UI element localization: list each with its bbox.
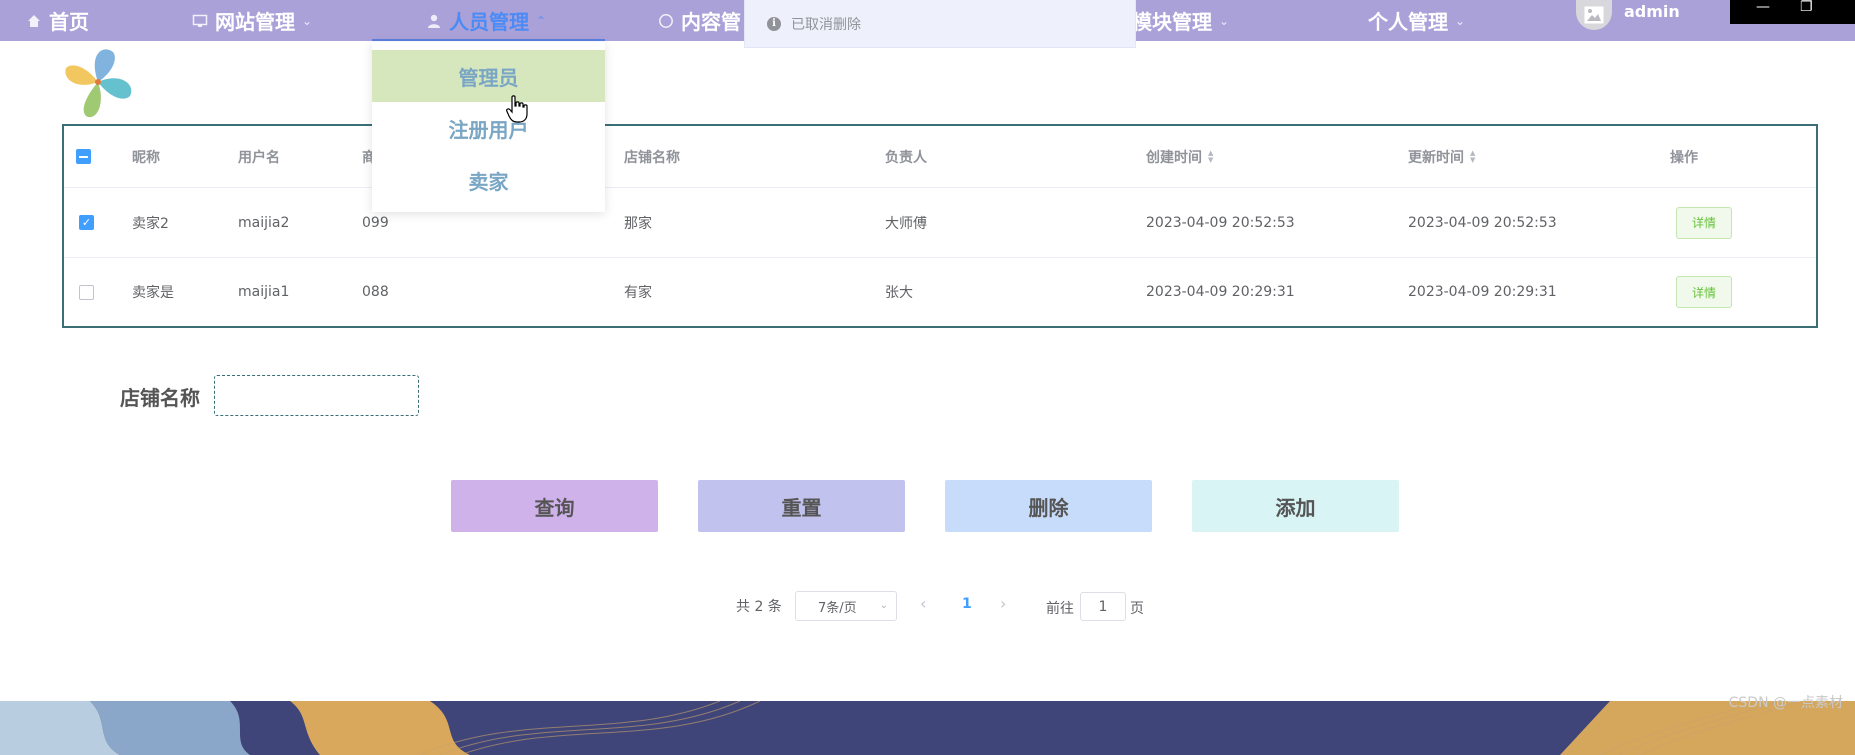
cell-nickname: 卖家是 — [132, 285, 174, 301]
image-icon — [1584, 6, 1604, 24]
table-row[interactable]: ✓ 卖家2 maijia2 099 那家 大师傅 2023-04-09 20:5… — [64, 188, 1816, 258]
table-row[interactable]: 卖家是 maijia1 088 有家 张大 2023-04-09 20:29:3… — [64, 258, 1816, 326]
query-button[interactable]: 查询 — [451, 480, 658, 532]
cell-created: 2023-04-09 20:52:53 — [1146, 214, 1295, 231]
page-number-current[interactable]: 1 — [962, 596, 972, 612]
cell-shop-name: 那家 — [624, 215, 652, 232]
column-header-label: 创建时间 — [1146, 149, 1202, 166]
chevron-down-icon: ⌄ — [302, 13, 313, 28]
table-header: 昵称 用户名 商 店铺名称 负责人 创建时间 ▲ ▼ 更新时间 ▲ ▼ 操作 — [64, 126, 1816, 188]
chevron-down-icon: ⌄ — [1455, 13, 1466, 28]
cell-updated: 2023-04-09 20:52:53 — [1408, 214, 1557, 231]
window-controls: — ❐ — [1730, 0, 1855, 24]
shop-name-input[interactable] — [214, 375, 419, 416]
sort-icon[interactable]: ▲ ▼ — [1470, 149, 1475, 164]
next-page-button[interactable]: › — [1000, 594, 1006, 613]
sort-icon[interactable]: ▲ ▼ — [1208, 149, 1213, 164]
cell-code: 088 — [362, 284, 389, 300]
active-tab-indicator — [372, 39, 605, 41]
menu-item-admin[interactable]: 管理员 — [372, 50, 605, 102]
add-button[interactable]: 添加 — [1192, 480, 1399, 532]
nav-item-label: 人员管理 — [449, 10, 529, 34]
detail-button[interactable]: 详情 — [1676, 276, 1732, 308]
detail-button[interactable]: 详情 — [1676, 206, 1732, 239]
nav-item-home[interactable]: 首页 — [26, 0, 89, 41]
pagination-total: 共 2 条 — [736, 599, 782, 615]
watermark-text: CSDN @一点素材 — [1728, 695, 1843, 711]
cell-created: 2023-04-09 20:29:31 — [1146, 284, 1295, 300]
column-header: 店铺名称 — [624, 149, 680, 166]
nav-item-content[interactable]: 内容管 — [658, 0, 741, 41]
nav-item-personnel[interactable]: 人员管理 ⌃ — [426, 0, 546, 41]
nav-item-label: 模块管理 — [1132, 10, 1212, 34]
message-icon — [659, 13, 673, 28]
menu-item-sellers[interactable]: 卖家 — [372, 154, 605, 206]
nav-item-website[interactable]: 网站管理 ⌄ — [192, 0, 312, 41]
avatar[interactable] — [1576, 0, 1612, 30]
personnel-dropdown-menu: 管理员 注册用户 卖家 — [372, 42, 605, 212]
home-icon — [28, 14, 40, 27]
column-header: 负责人 — [885, 149, 927, 166]
user-name[interactable]: admin — [1624, 2, 1680, 21]
cell-owner: 张大 — [885, 285, 913, 301]
nav-item-modules[interactable]: 模块管理 ⌄ — [1132, 0, 1229, 41]
cell-updated: 2023-04-09 20:29:31 — [1408, 284, 1557, 300]
column-header-label: 更新时间 — [1408, 149, 1464, 166]
cell-owner: 大师傅 — [885, 215, 927, 232]
goto-page-input[interactable] — [1080, 592, 1126, 621]
cell-username: maijia1 — [238, 284, 290, 300]
row-checkbox[interactable]: ✓ — [79, 215, 94, 230]
user-icon — [428, 14, 440, 28]
footer-decoration — [0, 701, 1855, 755]
page-size-select[interactable]: 7条/页 ⌄ — [795, 591, 897, 621]
data-table: 昵称 用户名 商 店铺名称 负责人 创建时间 ▲ ▼ 更新时间 ▲ ▼ 操作 ✓ 卖… — [62, 124, 1818, 328]
minimize-icon[interactable]: — — [1756, 0, 1770, 14]
delete-button[interactable]: 删除 — [945, 480, 1152, 532]
monitor-icon — [192, 14, 208, 27]
prev-page-button[interactable]: ‹ — [920, 594, 926, 613]
page-suffix-label: 页 — [1130, 601, 1144, 617]
nav-item-label: 网站管理 — [215, 10, 295, 34]
app-root: 首页 网站管理 ⌄ 人员管理 ⌃ 内容管 模块管理 ⌄ 个人管理 ⌄ admin… — [0, 0, 1855, 755]
reset-button[interactable]: 重置 — [698, 480, 905, 532]
chevron-up-icon: ⌃ — [536, 13, 547, 28]
column-header: 操作 — [1670, 149, 1698, 166]
toast-text: 已取消删除 — [791, 16, 861, 33]
menu-item-registered-users[interactable]: 注册用户 — [372, 102, 605, 154]
toast-message: i 已取消删除 — [744, 0, 1136, 48]
cell-shop-name: 有家 — [624, 285, 652, 301]
chevron-down-icon: ⌄ — [1219, 13, 1230, 28]
cell-username: maijia2 — [238, 214, 290, 231]
nav-item-label: 个人管理 — [1368, 10, 1448, 34]
column-header-sortable[interactable]: 创建时间 ▲ ▼ — [1146, 126, 1213, 187]
column-header: 用户名 — [238, 149, 280, 166]
select-all-checkbox[interactable] — [76, 149, 91, 164]
pinwheel-logo — [65, 49, 132, 118]
chevron-down-icon: ⌄ — [879, 600, 888, 611]
cell-nickname: 卖家2 — [132, 215, 169, 232]
nav-item-label: 内容管 — [681, 10, 741, 34]
goto-label: 前往 — [1046, 601, 1074, 617]
column-header-sortable[interactable]: 更新时间 ▲ ▼ — [1408, 126, 1475, 187]
restore-icon[interactable]: ❐ — [1800, 0, 1813, 14]
info-icon: i — [767, 16, 781, 31]
shop-name-label: 店铺名称 — [120, 386, 200, 410]
row-checkbox[interactable] — [79, 284, 94, 300]
nav-item-personal[interactable]: 个人管理 ⌄ — [1368, 0, 1465, 41]
hand-cursor-icon — [506, 95, 528, 123]
page-size-value: 7条/页 — [818, 600, 857, 616]
column-header: 昵称 — [132, 149, 160, 166]
nav-item-label: 首页 — [49, 10, 89, 34]
